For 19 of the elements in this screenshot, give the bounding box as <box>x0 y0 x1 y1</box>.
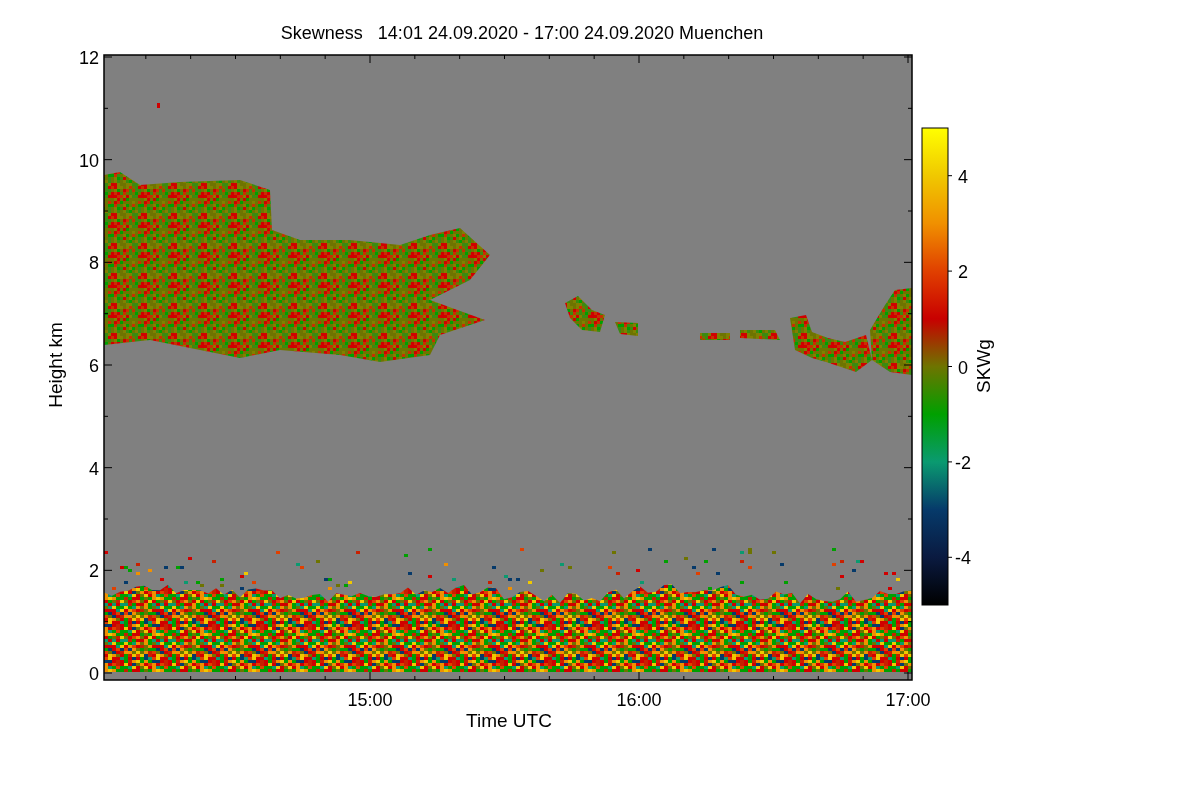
y-tick-label: 8 <box>89 253 99 274</box>
colorbar-tick-label: -2 <box>955 452 971 473</box>
colorbar-tick-label: -4 <box>955 548 971 569</box>
colorbar-tick-label: 2 <box>958 262 968 283</box>
colorbar-tick-label: 0 <box>958 357 968 378</box>
y-tick-label: 2 <box>89 561 99 582</box>
y-tick-label: 12 <box>78 48 99 68</box>
y-tick-label: 0 <box>89 664 99 684</box>
y-tick-label: 4 <box>89 458 99 479</box>
chart-title: Skewness 14:01 24.09.2020 - 17:00 24.09.2020 Muenchen <box>280 23 764 43</box>
colorbar-tick-label: 4 <box>958 166 968 187</box>
x-tick-label: 15:00 <box>347 690 393 710</box>
x-tick-label: 16:00 <box>616 690 662 710</box>
colorbar-label: SKWg <box>973 339 994 393</box>
y-tick-label: 10 <box>78 150 99 171</box>
x-tick-label: 17:00 <box>885 690 931 710</box>
y-tick-label: 6 <box>89 356 99 376</box>
y-axis-label: Height km <box>45 322 66 408</box>
x-axis-label: Time UTC <box>466 710 552 731</box>
